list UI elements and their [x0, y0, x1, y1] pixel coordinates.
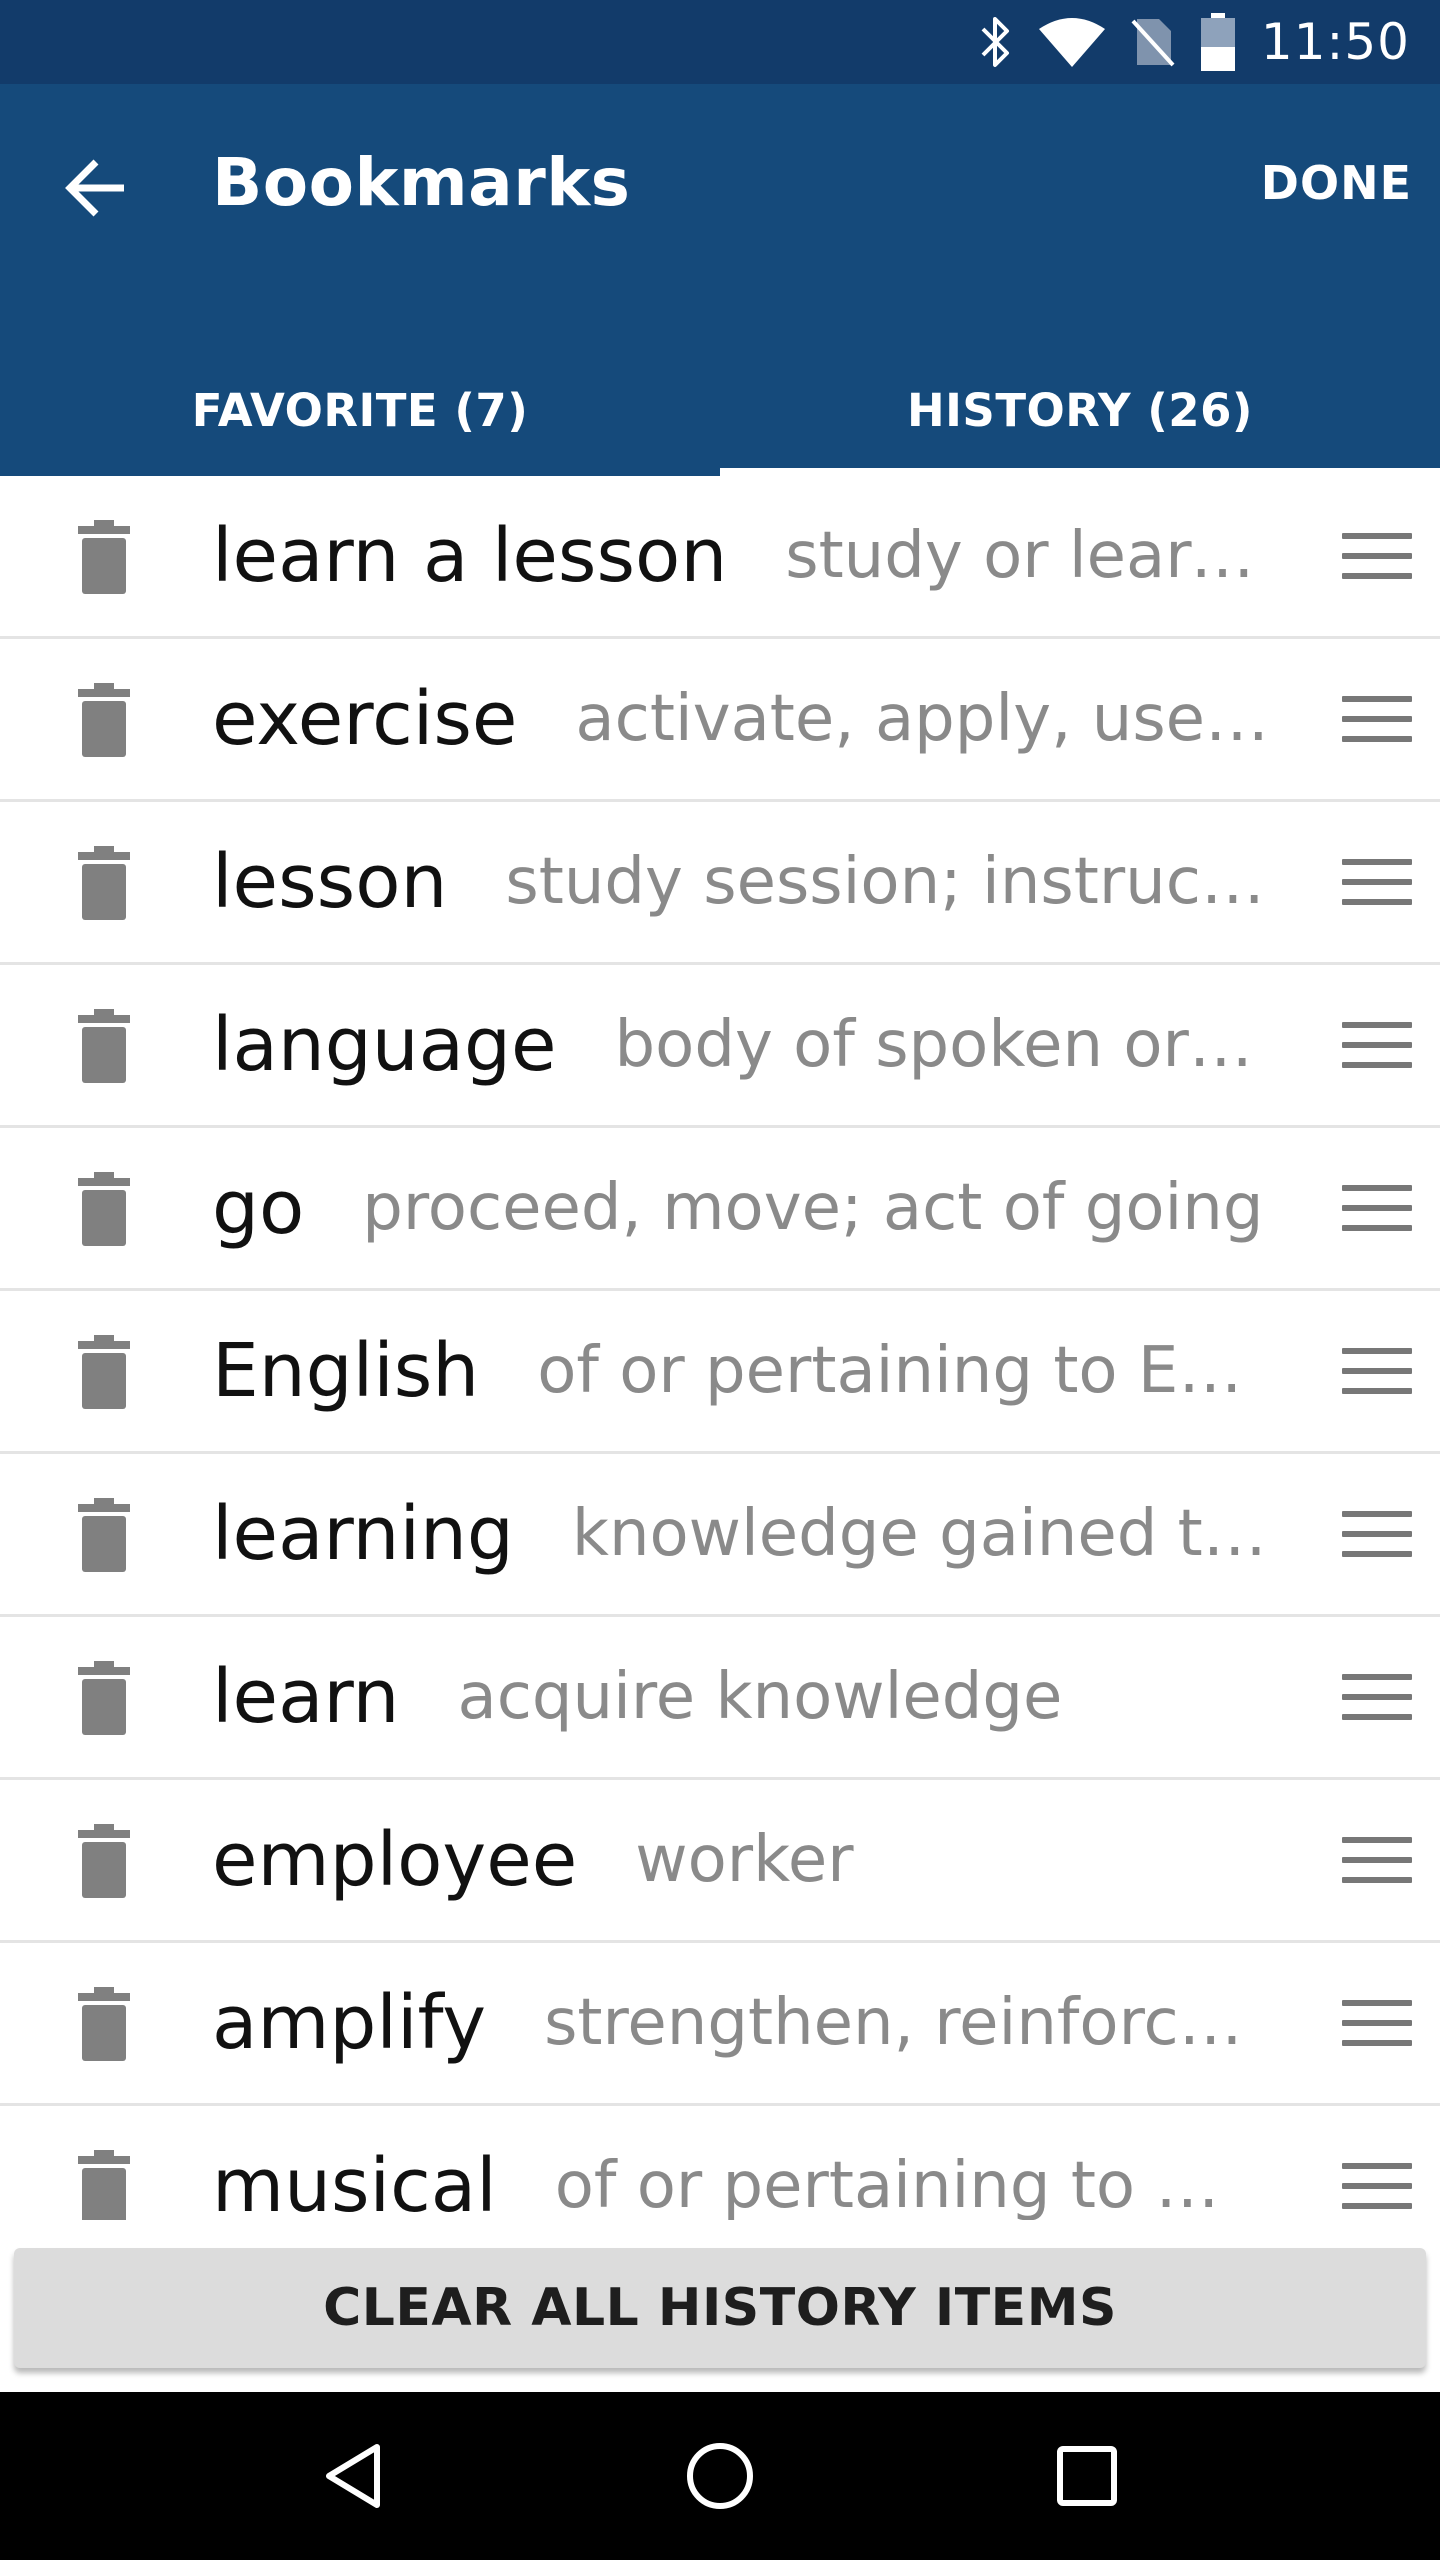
history-term: learn a lesson	[212, 513, 728, 599]
list-item[interactable]: musical of or pertaining to music	[0, 2106, 1440, 2220]
status-time: 11:50	[1260, 13, 1410, 71]
list-item[interactable]: learn a lesson study or learn by heart	[0, 476, 1440, 639]
navigation-bar	[0, 2392, 1440, 2560]
trash-icon[interactable]	[78, 846, 130, 920]
clear-area: CLEAR ALL HISTORY ITEMS	[0, 2220, 1440, 2392]
history-list: learn a lesson study or learn by heart ex…	[0, 476, 1440, 2220]
list-item[interactable]: language body of spoken or written words	[0, 965, 1440, 1128]
list-item[interactable]: learn acquire knowledge	[0, 1617, 1440, 1780]
history-term: exercise	[212, 676, 518, 762]
drag-handle-icon[interactable]	[1342, 2000, 1412, 2046]
back-button[interactable]	[56, 148, 136, 228]
screen: 11:50 Bookmarks DONE FAVORITE (7) HISTOR…	[0, 0, 1440, 2560]
trash-icon[interactable]	[78, 2150, 130, 2220]
nav-back-button[interactable]	[293, 2416, 413, 2536]
history-term: amplify	[212, 1980, 487, 2066]
history-term: learn	[212, 1654, 400, 1740]
trash-icon[interactable]	[78, 1661, 130, 1735]
history-definition: proceed, move; act of going	[362, 1171, 1264, 1245]
history-definition: of or pertaining to music	[554, 2149, 1270, 2220]
history-term: English	[212, 1328, 480, 1414]
page-title: Bookmarks	[212, 144, 631, 221]
history-term: musical	[212, 2143, 497, 2220]
history-definition: worker	[635, 1823, 854, 1897]
home-circle-icon	[686, 2443, 753, 2509]
recents-square-icon	[1056, 2446, 1117, 2506]
history-definition: acquire knowledge	[457, 1660, 1063, 1734]
history-definition: study or learn by heart	[785, 519, 1270, 593]
drag-handle-icon[interactable]	[1342, 1511, 1412, 1557]
nav-home-button[interactable]	[660, 2416, 780, 2536]
drag-handle-icon[interactable]	[1342, 1022, 1412, 1068]
app-bar: Bookmarks DONE FAVORITE (7) HISTORY (26)	[0, 84, 1440, 476]
trash-icon[interactable]	[78, 1987, 130, 2061]
history-term: lesson	[212, 839, 448, 925]
list-item[interactable]: lesson study session; instruct, teach	[0, 802, 1440, 965]
list-item[interactable]: learning knowledge gained through study	[0, 1454, 1440, 1617]
history-term: employee	[212, 1817, 578, 1903]
list-item[interactable]: exercise activate, apply, use; drill	[0, 639, 1440, 802]
back-triangle-icon	[326, 2444, 381, 2508]
history-definition: activate, apply, use; drill	[575, 682, 1270, 756]
drag-handle-icon[interactable]	[1342, 1185, 1412, 1231]
list-item[interactable]: go proceed, move; act of going	[0, 1128, 1440, 1291]
history-term: language	[212, 1002, 557, 1088]
done-button[interactable]: DONE	[1261, 156, 1412, 210]
history-definition: strengthen, reinforce, enlarge	[544, 1986, 1270, 2060]
history-definition: study session; instruct, teach	[505, 845, 1270, 919]
list-item[interactable]: amplify strengthen, reinforce, enlarge	[0, 1943, 1440, 2106]
trash-icon[interactable]	[78, 1335, 130, 1409]
drag-handle-icon[interactable]	[1342, 533, 1412, 579]
status-bar: 11:50	[0, 0, 1440, 84]
nav-recents-button[interactable]	[1027, 2416, 1147, 2536]
list-item[interactable]: employee worker	[0, 1780, 1440, 1943]
drag-handle-icon[interactable]	[1342, 1674, 1412, 1720]
tab-history[interactable]: HISTORY (26)	[720, 344, 1440, 476]
history-definition: of or pertaining to England	[537, 1334, 1270, 1408]
drag-handle-icon[interactable]	[1342, 696, 1412, 742]
trash-icon[interactable]	[78, 683, 130, 757]
list-item[interactable]: English of or pertaining to England	[0, 1291, 1440, 1454]
trash-icon[interactable]	[78, 1498, 130, 1572]
trash-icon[interactable]	[78, 1824, 130, 1898]
trash-icon[interactable]	[78, 1172, 130, 1246]
history-definition: knowledge gained through study	[571, 1497, 1270, 1571]
drag-handle-icon[interactable]	[1342, 1348, 1412, 1394]
history-definition: body of spoken or written words	[614, 1008, 1270, 1082]
trash-icon[interactable]	[78, 1009, 130, 1083]
drag-handle-icon[interactable]	[1342, 859, 1412, 905]
tab-bar: FAVORITE (7) HISTORY (26)	[0, 344, 1440, 476]
arrow-back-icon	[65, 159, 124, 217]
drag-handle-icon[interactable]	[1342, 2163, 1412, 2209]
drag-handle-icon[interactable]	[1342, 1837, 1412, 1883]
history-term: learning	[212, 1491, 514, 1577]
wifi-icon	[1038, 17, 1105, 67]
battery-icon	[1200, 13, 1235, 71]
clear-all-history-button[interactable]: CLEAR ALL HISTORY ITEMS	[14, 2248, 1426, 2368]
bluetooth-icon	[979, 15, 1013, 69]
trash-icon[interactable]	[78, 520, 130, 594]
tab-favorite[interactable]: FAVORITE (7)	[0, 344, 720, 476]
history-term: go	[212, 1165, 305, 1251]
no-sim-icon	[1131, 15, 1175, 69]
